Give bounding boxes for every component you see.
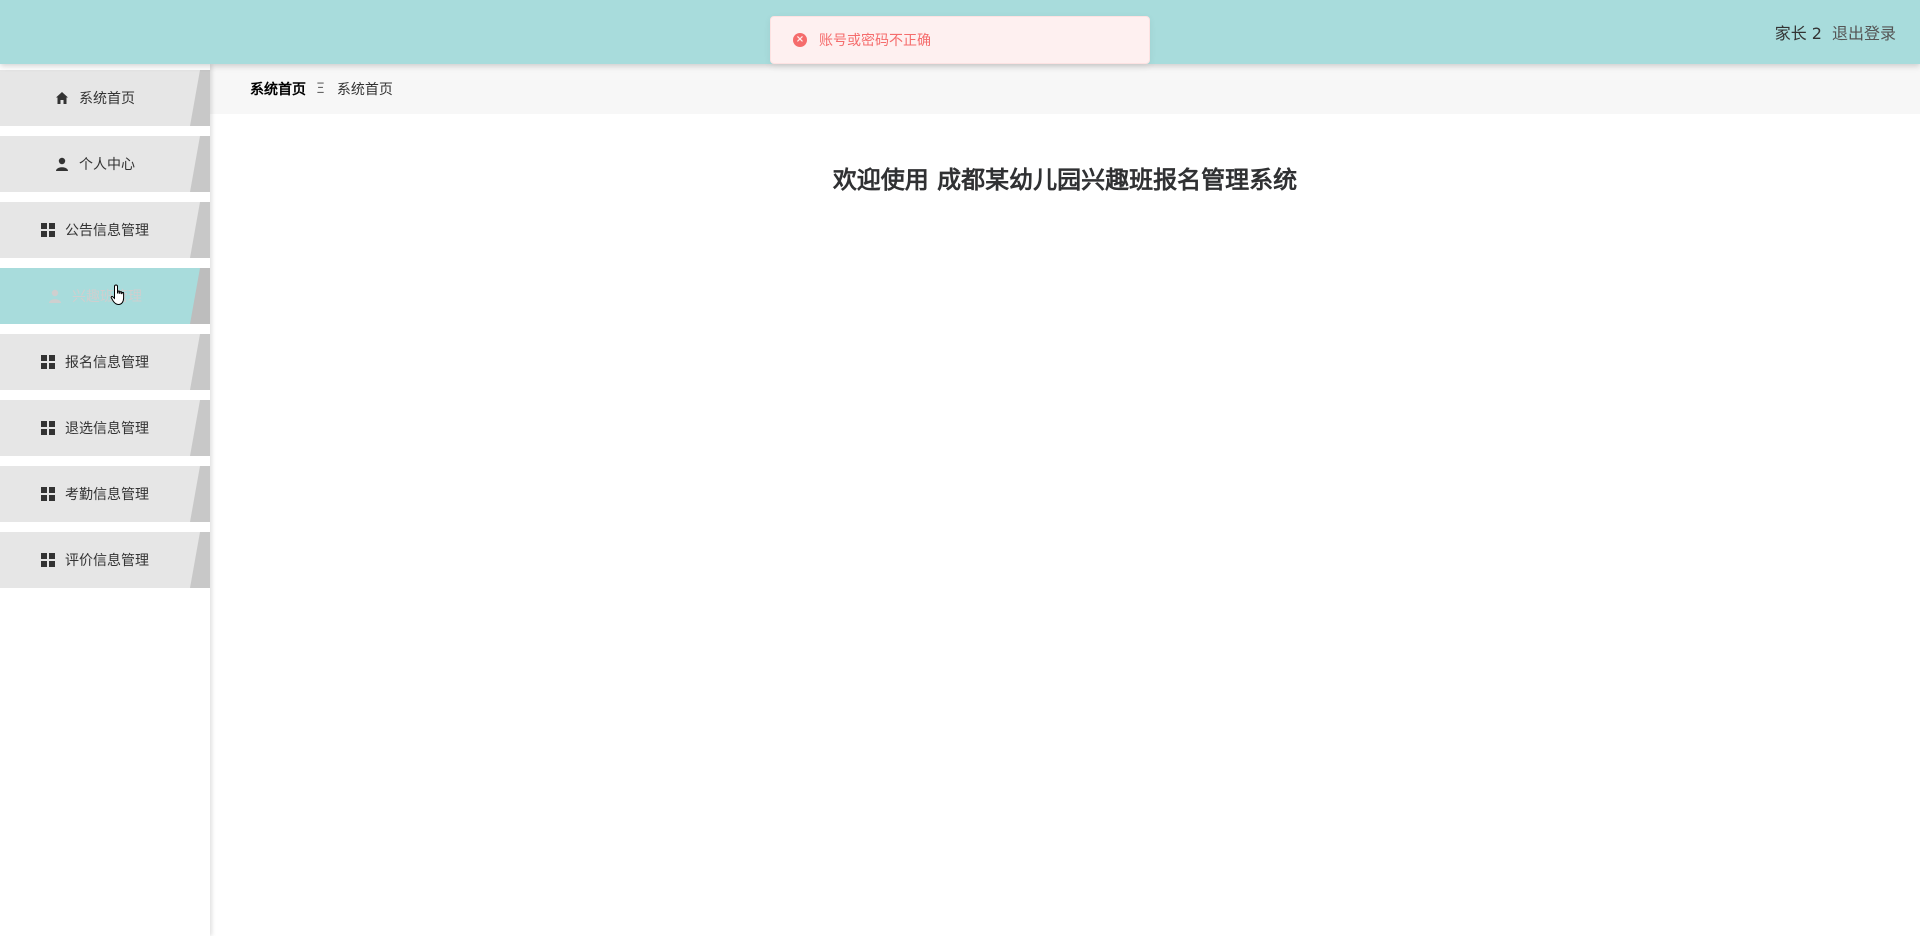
grid-icon bbox=[41, 487, 55, 501]
toast-message: 账号或密码不正确 bbox=[819, 33, 931, 49]
sidebar-item-label: 兴趣班管理 bbox=[72, 289, 142, 305]
sidebar-item-label: 退选信息管理 bbox=[65, 421, 149, 437]
page-title: 欢迎使用 成都某幼儿园兴趣班报名管理系统 bbox=[832, 166, 1298, 194]
sidebar-item-label: 个人中心 bbox=[79, 157, 135, 173]
sidebar-item-interest-class[interactable]: 兴趣班管理 bbox=[0, 268, 210, 324]
breadcrumb-home[interactable]: 系统首页 bbox=[250, 79, 306, 99]
grid-icon bbox=[41, 223, 55, 237]
breadcrumb-current: 系统首页 bbox=[336, 82, 393, 98]
user-icon bbox=[55, 157, 69, 171]
breadcrumb-separator: Ξ bbox=[316, 81, 325, 97]
menu-item-face: 报名信息管理 bbox=[0, 334, 200, 390]
user-area: 家长 2 退出登录 bbox=[1775, 20, 1896, 44]
sidebar-item-label: 系统首页 bbox=[79, 91, 135, 107]
error-toast: × 账号或密码不正确 bbox=[770, 16, 1150, 64]
breadcrumb: 系统首页 Ξ 系统首页 bbox=[210, 64, 1920, 114]
menu-item-face: 退选信息管理 bbox=[0, 400, 200, 456]
user-icon bbox=[48, 289, 62, 303]
sidebar-item-label: 评价信息管理 bbox=[65, 553, 149, 569]
sidebar-item-attendance[interactable]: 考勤信息管理 bbox=[0, 466, 210, 522]
grid-icon bbox=[41, 355, 55, 369]
sidebar-item-evaluation[interactable]: 评价信息管理 bbox=[0, 532, 210, 588]
sidebar-item-label: 报名信息管理 bbox=[65, 355, 149, 371]
sidebar-item-profile[interactable]: 个人中心 bbox=[0, 136, 210, 192]
menu-item-face: 系统首页 bbox=[0, 70, 200, 126]
sidebar: 系统首页 个人中心 公告信息管理 兴趣班管理 报名信息管理 退选信息管理 考勤信… bbox=[0, 64, 210, 936]
menu-item-face: 公告信息管理 bbox=[0, 202, 200, 258]
sidebar-item-label: 公告信息管理 bbox=[65, 223, 149, 239]
sidebar-item-notice[interactable]: 公告信息管理 bbox=[0, 202, 210, 258]
home-icon bbox=[55, 91, 69, 105]
sidebar-item-home[interactable]: 系统首页 bbox=[0, 70, 210, 126]
username-label: 家长 2 bbox=[1774, 24, 1822, 43]
menu-item-face: 评价信息管理 bbox=[0, 532, 200, 588]
sidebar-item-withdraw[interactable]: 退选信息管理 bbox=[0, 400, 210, 456]
menu-item-face: 考勤信息管理 bbox=[0, 466, 200, 522]
grid-icon bbox=[41, 421, 55, 435]
hand-cursor-icon bbox=[110, 284, 128, 310]
logout-link[interactable]: 退出登录 bbox=[1832, 20, 1896, 44]
menu-item-face: 个人中心 bbox=[0, 136, 200, 192]
menu-item-face: 兴趣班管理 bbox=[0, 268, 200, 324]
sidebar-item-signup[interactable]: 报名信息管理 bbox=[0, 334, 210, 390]
grid-icon bbox=[41, 553, 55, 567]
error-circle-icon: × bbox=[793, 33, 807, 47]
sidebar-item-label: 考勤信息管理 bbox=[65, 487, 149, 503]
